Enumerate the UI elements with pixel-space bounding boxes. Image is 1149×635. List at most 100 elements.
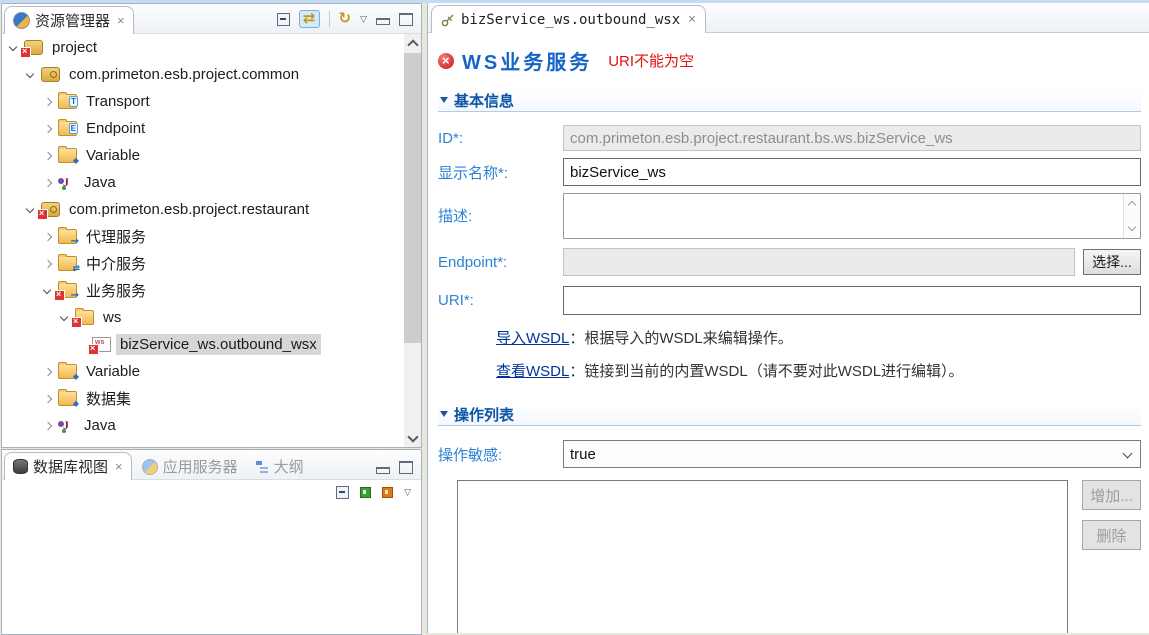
operation-sensitive-select[interactable]: true (563, 440, 1141, 468)
maximize-icon[interactable] (399, 461, 413, 474)
close-icon[interactable]: × (117, 14, 125, 27)
tree-item-bizservice-file[interactable]: bizService_ws.outbound_wsx (2, 331, 404, 358)
expand-toggle-icon[interactable] (40, 148, 56, 164)
uri-field[interactable] (563, 286, 1141, 315)
scroll-up-icon[interactable] (404, 34, 421, 51)
editor-tab[interactable]: bizService_ws.outbound_wsx × (431, 5, 706, 33)
tree-item-label: Transport (82, 91, 154, 112)
delete-operation-button[interactable]: 删除 (1082, 520, 1141, 550)
tree-item-label: 代理服务 (82, 224, 150, 249)
section-collapse-icon[interactable] (440, 97, 448, 103)
explorer-icon (13, 12, 30, 29)
explorer-tabbar: 资源管理器 × ⇄ ↻ ▽ (2, 4, 421, 34)
tree-item-label: Java (80, 415, 120, 436)
description-scrollbar[interactable] (1123, 194, 1140, 238)
folder-var-icon (58, 148, 77, 163)
expand-toggle-icon[interactable] (40, 94, 56, 110)
tree-item-biz-services[interactable]: 业务服务 (2, 277, 404, 304)
expand-toggle-icon[interactable] (40, 256, 56, 272)
scrollbar-thumb[interactable] (404, 53, 421, 343)
explorer-tree: project com.primeton.esb.project.common Tr… (2, 34, 404, 447)
editor-tabbar: bizService_ws.outbound_wsx × (428, 3, 1149, 33)
close-icon[interactable]: × (115, 460, 123, 473)
error-overlay-icon (88, 344, 99, 355)
tree-item-java-common[interactable]: Java (2, 169, 404, 196)
minimize-icon[interactable] (376, 18, 390, 25)
view-tab-database[interactable]: 数据库视图 × (4, 452, 132, 480)
description-field[interactable] (563, 193, 1141, 239)
close-icon[interactable]: × (688, 13, 696, 26)
tree-item-project[interactable]: project (2, 34, 404, 61)
display-name-label: 显示名称*: (438, 162, 563, 183)
expand-toggle-icon[interactable] (40, 121, 56, 137)
form-title: WS业务服务 (462, 46, 592, 75)
app-server-icon (142, 459, 158, 475)
tree-item-label: com.primeton.esb.project.common (65, 64, 303, 85)
import-wsdl-row: 导入WSDL：根据导入的WSDL来编辑操作。 (496, 327, 1141, 348)
tree-item-label: bizService_ws.outbound_wsx (116, 334, 321, 355)
link-with-editor-icon[interactable]: ⇄ (299, 10, 320, 28)
import-wsdl-link[interactable]: 导入WSDL (496, 330, 569, 347)
view-menu-icon[interactable]: ▽ (404, 487, 411, 498)
view-wsdl-link[interactable]: 查看WSDL (496, 363, 569, 380)
folder-var-icon (58, 364, 77, 379)
scroll-down-icon[interactable] (404, 430, 421, 447)
bottom-tabbar: 数据库视图 × 应用服务器 大纲 (2, 450, 421, 480)
operation-list-box[interactable] (457, 480, 1068, 633)
editor-form: WS业务服务 URI不能为空 基本信息 ID*: 显示名称*: 描述: Endp… (428, 33, 1149, 633)
tree-scrollbar[interactable] (404, 34, 421, 447)
tree-item-endpoint[interactable]: Endpoint (2, 115, 404, 142)
view-wsdl-row: 查看WSDL：链接到当前的内置WSDL（请不要对此WSDL进行编辑）。 (496, 360, 1141, 381)
view-wsdl-desc: 链接到当前的内置WSDL（请不要对此WSDL进行编辑）。 (584, 363, 963, 380)
expand-toggle-icon[interactable] (40, 364, 56, 380)
error-icon (438, 53, 454, 69)
connect-icon[interactable] (360, 487, 371, 498)
minimize-icon[interactable] (376, 467, 390, 474)
view-menu-icon[interactable]: ▽ (360, 14, 367, 25)
id-field (563, 125, 1141, 151)
endpoint-label: Endpoint*: (438, 254, 563, 271)
import-wsdl-desc: 根据导入的WSDL来编辑操作。 (584, 330, 792, 347)
section-operation-list[interactable]: 操作列表 (438, 403, 1141, 426)
tree-item-proxy-services[interactable]: 代理服务 (2, 223, 404, 250)
description-label: 描述: (438, 205, 563, 226)
tree-item-mediation-services[interactable]: 中介服务 (2, 250, 404, 277)
refresh-icon[interactable]: ↻ (339, 11, 352, 27)
folder-var-icon (58, 391, 77, 406)
tree-item-transport[interactable]: Transport (2, 88, 404, 115)
collapse-all-icon[interactable] (336, 486, 349, 499)
error-overlay-icon (54, 290, 65, 301)
view-tab-app-server[interactable]: 应用服务器 (134, 453, 246, 480)
explorer-panel: 资源管理器 × ⇄ ↻ ▽ project com.primeton.esb.pr… (1, 3, 422, 448)
project-icon (24, 40, 43, 55)
expand-toggle-icon[interactable] (40, 418, 56, 434)
link-separator: ： (569, 363, 584, 380)
endpoint-select-button[interactable]: 选择... (1083, 249, 1141, 275)
add-operation-button[interactable]: 增加... (1082, 480, 1141, 510)
toolbar-separator (329, 11, 330, 27)
tree-item-java-restaurant[interactable]: Java (2, 412, 404, 439)
tree-item-dataset[interactable]: 数据集 (2, 385, 404, 412)
error-overlay-icon (71, 317, 82, 328)
expand-toggle-icon[interactable] (40, 229, 56, 245)
expand-toggle-icon[interactable] (40, 391, 56, 407)
tree-item-common[interactable]: com.primeton.esb.project.common (2, 61, 404, 88)
view-tab-label: 资源管理器 (35, 10, 110, 31)
section-collapse-icon[interactable] (440, 411, 448, 417)
tree-item-restaurant[interactable]: com.primeton.esb.project.restaurant (2, 196, 404, 223)
collapse-all-icon[interactable] (277, 13, 290, 26)
collapse-toggle-icon[interactable] (23, 67, 39, 83)
view-tab-outline[interactable]: 大纲 (248, 453, 312, 480)
expand-toggle-icon[interactable] (40, 175, 56, 191)
maximize-icon[interactable] (399, 13, 413, 26)
tree-item-variable-common[interactable]: Variable (2, 142, 404, 169)
folder-icon (75, 310, 94, 325)
disconnect-icon[interactable] (382, 487, 393, 498)
tree-item-label: ws (99, 307, 125, 328)
tree-item-variable-restaurant[interactable]: Variable (2, 358, 404, 385)
display-name-field[interactable] (563, 158, 1141, 186)
section-basic-info[interactable]: 基本信息 (438, 89, 1141, 112)
view-tab-explorer[interactable]: 资源管理器 × (4, 6, 134, 34)
view-tab-label: 数据库视图 (33, 456, 108, 477)
tree-item-ws-folder[interactable]: ws (2, 304, 404, 331)
